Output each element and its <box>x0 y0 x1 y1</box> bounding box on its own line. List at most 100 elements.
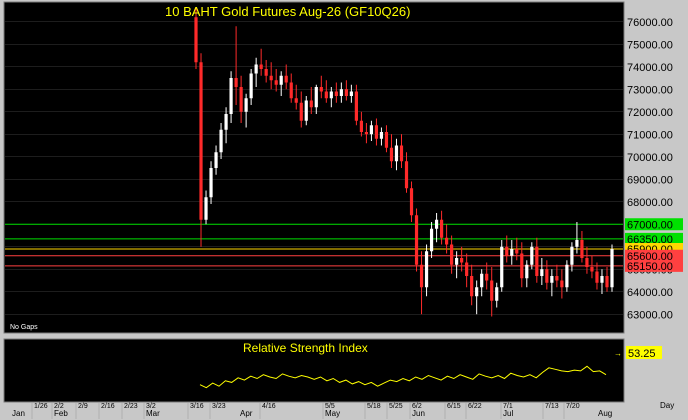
candle-body <box>239 87 243 112</box>
chart-title: 10 BAHT Gold Futures Aug-26 (GF10Q26) <box>165 4 410 19</box>
price-tick-label: 63000.00 <box>627 309 673 321</box>
candle-body <box>535 246 539 276</box>
candle-body <box>570 246 574 265</box>
candle-body <box>560 280 564 288</box>
price-tick-label: 69000.00 <box>627 174 673 186</box>
price-level-label: 67000.00 <box>627 219 673 231</box>
candle-body <box>324 91 328 99</box>
candle-body <box>505 246 509 256</box>
date-label: 6/2 <box>412 403 422 410</box>
date-label: 1/26 <box>34 403 48 410</box>
candle-body <box>419 264 424 288</box>
candle-body <box>445 237 449 245</box>
candle-body <box>259 64 263 69</box>
candle-body <box>294 98 298 103</box>
candle-body <box>224 114 228 130</box>
candle-body <box>409 188 414 216</box>
month-label: May <box>325 409 340 418</box>
candle-body <box>530 246 534 265</box>
price-tick-label: 73000.00 <box>627 84 673 96</box>
price-tick-label: 71000.00 <box>627 129 673 141</box>
candle-body <box>580 240 584 258</box>
candle-body <box>379 132 384 139</box>
month-label: Aug <box>598 409 612 418</box>
price-tick-label: 72000.00 <box>627 107 673 119</box>
candle-body <box>429 228 434 252</box>
date-label: 5/25 <box>389 403 403 410</box>
candle-body <box>520 253 524 279</box>
date-label: 5/5 <box>325 403 335 410</box>
date-label: 7/1 <box>503 403 513 410</box>
candle-body <box>575 240 579 247</box>
candle-body <box>495 287 499 301</box>
date-label: 3/16 <box>190 403 204 410</box>
chart-window: 10 BAHT Gold Futures Aug-26 (GF10Q26) No… <box>0 0 688 420</box>
candle-body <box>590 267 594 272</box>
month-label: Jul <box>503 409 513 418</box>
candle-body <box>450 244 454 265</box>
candle-body <box>364 132 369 135</box>
date-label: 4/16 <box>262 403 276 410</box>
date-label: 6/15 <box>447 403 461 410</box>
candle-body <box>605 276 609 288</box>
month-label: Feb <box>54 409 68 418</box>
candle-body <box>349 91 353 96</box>
candle-body <box>269 75 273 81</box>
candle-body <box>194 17 198 63</box>
date-label: 5/18 <box>367 403 381 410</box>
no-gaps-note: No Gaps <box>10 324 38 331</box>
candle-body <box>199 62 203 220</box>
date-label: 2/9 <box>78 403 88 410</box>
date-label: 7/13 <box>545 403 559 410</box>
candle-body <box>339 89 343 96</box>
candle-body <box>485 273 489 281</box>
candle-body <box>455 258 459 265</box>
candle-body <box>610 249 614 288</box>
candle-body <box>490 280 494 301</box>
date-label: 7/20 <box>566 403 580 410</box>
candle-body <box>540 269 544 276</box>
date-label: 2/16 <box>101 403 115 410</box>
candle-body <box>565 264 569 288</box>
price-tick-label: 74000.00 <box>627 62 673 74</box>
price-tick-label: 70000.00 <box>627 152 673 164</box>
month-label: Jun <box>412 409 425 418</box>
candle-body <box>319 87 323 92</box>
date-axis <box>4 403 624 419</box>
candle-body <box>229 78 233 114</box>
candle-body <box>434 219 439 229</box>
candle-body <box>545 269 549 283</box>
candle-body <box>585 258 589 267</box>
candle-body <box>284 75 288 83</box>
candle-body <box>550 276 554 283</box>
date-label: 2/2 <box>54 403 64 410</box>
candle-body <box>274 80 278 85</box>
candle-body <box>470 276 474 297</box>
candle-body <box>399 145 404 162</box>
candle-body <box>359 120 363 132</box>
candle-body <box>394 145 399 162</box>
candle-body <box>595 271 599 283</box>
candle-body <box>439 219 444 238</box>
candle-body <box>525 264 529 279</box>
candle-body <box>214 152 218 168</box>
candle-body <box>304 100 308 121</box>
rsi-arrow-icon: → <box>614 349 622 358</box>
candle-body <box>354 91 358 121</box>
candle-body <box>279 75 283 85</box>
candle-body <box>600 276 604 283</box>
candle-body <box>249 73 253 99</box>
candle-body <box>555 276 559 281</box>
candle-body <box>209 168 213 198</box>
candle-body <box>299 102 303 121</box>
price-level-label: 65150.00 <box>627 261 673 273</box>
candle-body <box>515 249 519 254</box>
candle-body <box>460 258 464 263</box>
candle-body <box>374 125 379 139</box>
month-label: Apr <box>240 409 253 418</box>
date-label: 2/23 <box>124 403 138 410</box>
price-panel[interactable] <box>3 1 625 334</box>
month-label: Mar <box>146 409 160 418</box>
candle-body <box>334 91 338 96</box>
candle-body <box>289 82 293 99</box>
